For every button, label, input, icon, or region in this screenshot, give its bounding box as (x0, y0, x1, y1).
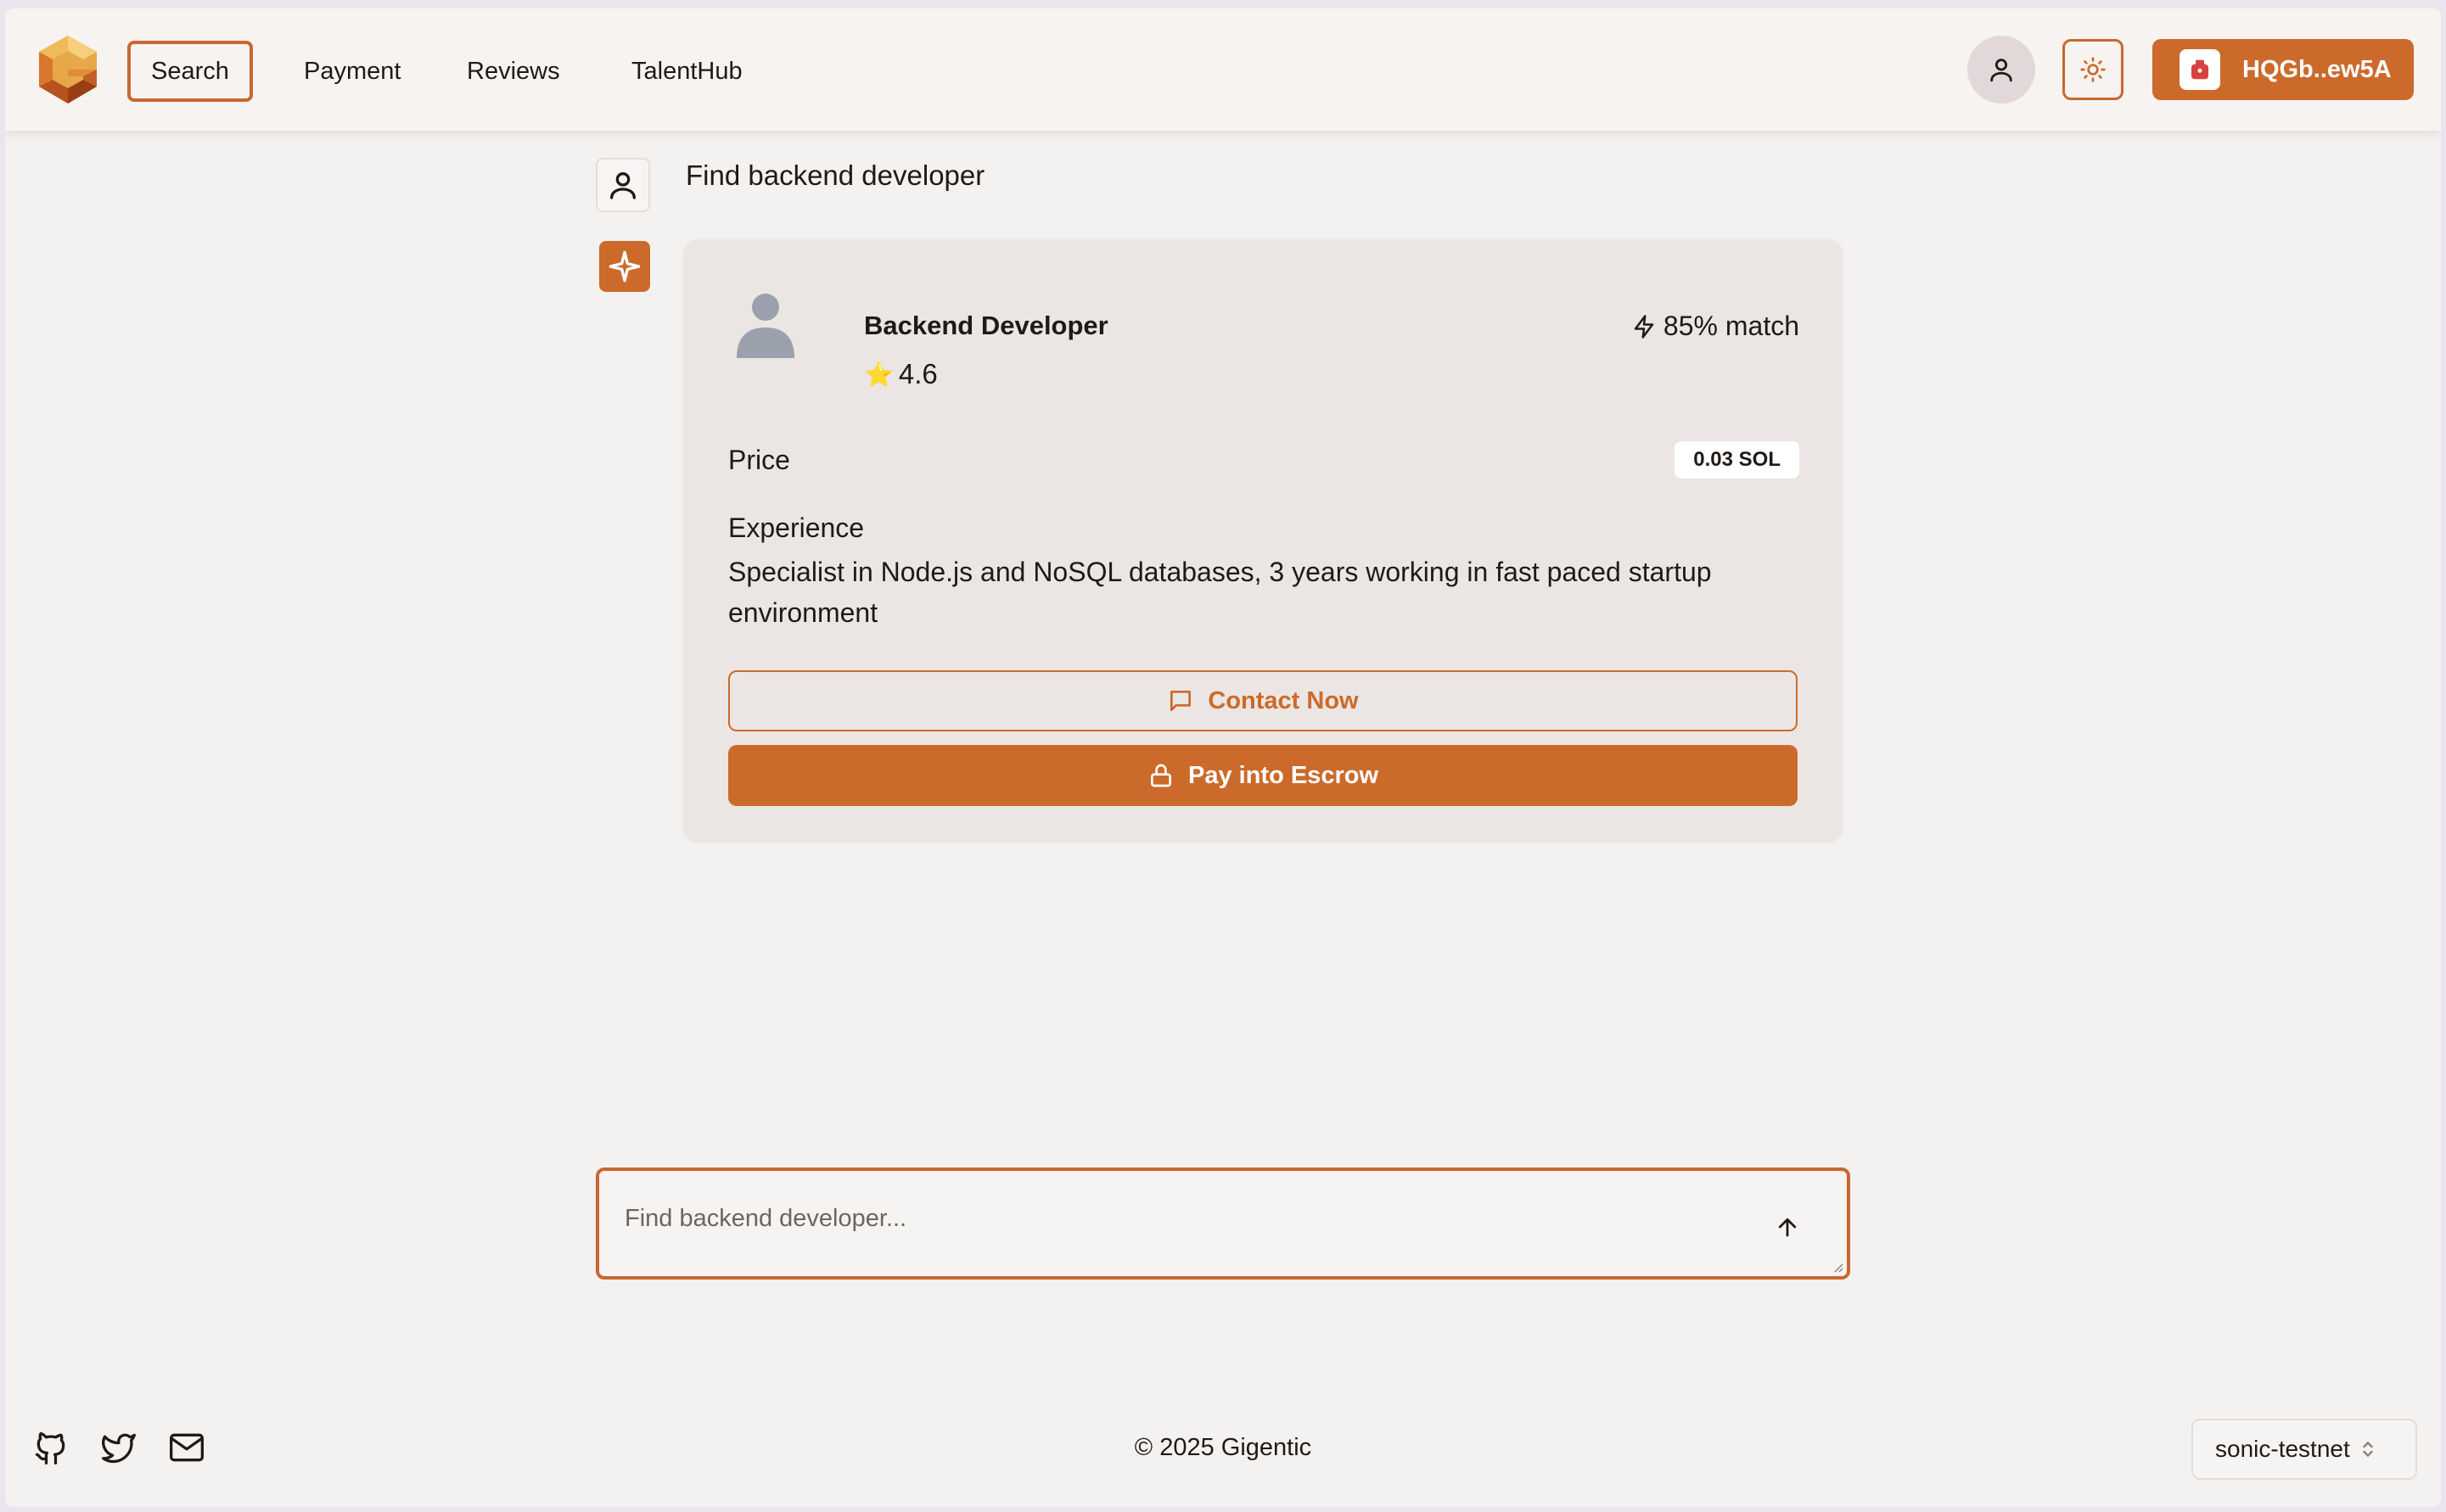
profile-button[interactable] (1967, 36, 2035, 104)
chat-input[interactable] (625, 1205, 1728, 1247)
nav-payment[interactable]: Payment (282, 41, 423, 102)
price-label: Price (728, 445, 790, 475)
theme-toggle-button[interactable] (2062, 39, 2123, 100)
pay-into-escrow-button[interactable]: Pay into Escrow (728, 745, 1798, 806)
network-value: sonic-testnet (2215, 1436, 2350, 1462)
wallet-icon (2180, 49, 2220, 90)
match-text: 85% match (1663, 311, 1799, 341)
lightning-icon (1634, 314, 1654, 339)
user-message-avatar (596, 158, 650, 212)
send-button[interactable] (1770, 1210, 1804, 1244)
talent-title: Backend Developer (864, 311, 1108, 340)
talent-rating: ⭐ 4.6 (864, 358, 938, 390)
wallet-address: HQGb..ew5A (2242, 55, 2392, 83)
chevron-updown-icon (2363, 1441, 2373, 1458)
user-icon (610, 172, 636, 199)
message-icon (1170, 691, 1192, 711)
nav-talenthub[interactable]: TalentHub (609, 41, 765, 102)
rating-value: 4.6 (898, 358, 938, 389)
assistant-avatar (599, 241, 650, 292)
star-icon: ⭐ (864, 361, 894, 388)
talent-result-card: Backend Developer ⭐ 4.6 85% match Price … (684, 239, 1842, 840)
user-icon (1990, 59, 2012, 82)
resize-handle-icon[interactable] (1832, 1261, 1843, 1273)
chat-input-box (596, 1168, 1850, 1280)
contact-now-button[interactable]: Contact Now (728, 670, 1798, 731)
nav-reviews[interactable]: Reviews (445, 41, 582, 102)
top-navbar: Search Payment Reviews TalentHub HQGb..e… (5, 8, 2441, 131)
contact-now-label: Contact Now (1208, 686, 1359, 714)
sparkle-icon (609, 250, 641, 283)
price-badge: 0.03 SOL (1675, 441, 1799, 479)
arrow-up-icon (1778, 1218, 1797, 1237)
nav-search[interactable]: Search (127, 41, 253, 102)
match-score: 85% match (1631, 311, 1799, 342)
copyright-text: © 2025 Gigentic (1134, 1434, 1312, 1461)
person-placeholder-icon (737, 294, 794, 358)
sun-icon (2080, 57, 2106, 82)
app-window: Search Payment Reviews TalentHub HQGb..e… (5, 8, 2441, 1507)
experience-label: Experience (728, 512, 865, 543)
network-select[interactable]: sonic-testnet (2191, 1419, 2417, 1480)
wallet-button[interactable]: HQGb..ew5A (2152, 39, 2414, 100)
pay-into-escrow-label: Pay into Escrow (1187, 761, 1378, 789)
experience-text: Specialist in Node.js and NoSQL database… (728, 557, 1712, 628)
user-message-text: Find backend developer (686, 160, 985, 191)
lock-icon (1150, 764, 1171, 787)
gigentic-logo[interactable] (36, 34, 100, 105)
